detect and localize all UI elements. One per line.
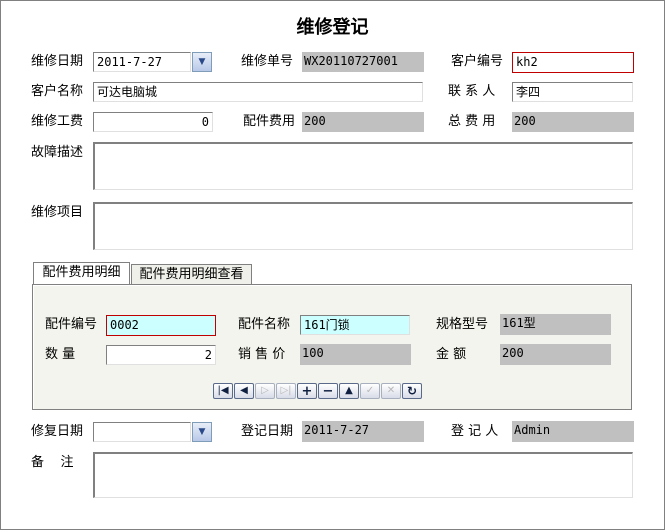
labor-fee-input[interactable]: 0	[93, 112, 213, 132]
cancel-edit-icon[interactable]: ✕	[381, 383, 401, 399]
repair-date-input[interactable]: 2011-7-27	[93, 52, 191, 72]
prior-record-icon[interactable]: ◀	[234, 383, 254, 399]
part-no-label: 配件编号	[45, 317, 98, 332]
labor-fee-label: 维修工费	[31, 114, 84, 129]
remarks-label: 备 注	[31, 455, 74, 470]
fault-desc-label: 故障描述	[31, 145, 84, 160]
customer-name-label: 客户名称	[31, 84, 84, 99]
price-label: 销 售 价	[238, 347, 286, 362]
price-field: 100	[300, 344, 411, 365]
customer-no-label: 客户编号	[451, 54, 504, 69]
order-no-field: WX20110727001	[302, 52, 424, 72]
next-record-icon[interactable]: ▷	[255, 383, 275, 399]
register-date-label: 登记日期	[241, 424, 294, 439]
qty-label: 数 量	[45, 347, 76, 362]
repair-items-label: 维修项目	[31, 205, 84, 220]
registrar-label: 登 记 人	[451, 424, 499, 439]
parts-fee-label: 配件费用	[243, 114, 296, 129]
delete-record-icon[interactable]: −	[318, 383, 338, 399]
tab-parts-fee-detail-view[interactable]: 配件费用明细查看	[131, 264, 252, 284]
post-record-icon[interactable]: ✓	[360, 383, 380, 399]
edit-record-icon[interactable]: ▲	[339, 383, 359, 399]
customer-no-input[interactable]: kh2	[512, 52, 634, 73]
record-navigator: |◀ ◀ ▷ ▷| + − ▲ ✓ ✕ ↻	[213, 383, 422, 399]
spec-label: 规格型号	[436, 317, 489, 332]
first-record-icon[interactable]: |◀	[213, 383, 233, 399]
last-record-icon[interactable]: ▷|	[276, 383, 296, 399]
insert-record-icon[interactable]: +	[297, 383, 317, 399]
chevron-down-icon: ▼	[198, 57, 206, 67]
chevron-down-icon: ▼	[198, 427, 206, 437]
remarks-textarea[interactable]	[93, 452, 633, 498]
repair-date-label: 维修日期	[31, 54, 84, 69]
fault-desc-textarea[interactable]	[93, 142, 633, 190]
contact-input[interactable]: 李四	[512, 82, 633, 102]
registrar-field: Admin	[512, 421, 634, 442]
register-date-field: 2011-7-27	[302, 421, 424, 442]
form-title: 维修登记	[296, 17, 369, 38]
part-name-input[interactable]: 161门锁	[300, 315, 410, 335]
fixed-date-input[interactable]	[93, 422, 191, 442]
contact-label: 联 系 人	[448, 84, 496, 99]
total-fee-label: 总 费 用	[448, 114, 496, 129]
parts-fee-field: 200	[302, 112, 424, 132]
fixed-date-label: 修复日期	[31, 424, 84, 439]
repair-date-dropdown-button[interactable]: ▼	[192, 52, 212, 72]
part-name-label: 配件名称	[238, 317, 291, 332]
amount-label: 金 额	[436, 347, 467, 362]
refresh-icon[interactable]: ↻	[402, 383, 422, 399]
customer-name-input[interactable]: 可达电脑城	[93, 82, 423, 102]
order-no-label: 维修单号	[241, 54, 294, 69]
repair-items-textarea[interactable]	[93, 202, 633, 250]
total-fee-field: 200	[512, 112, 634, 132]
tab-parts-fee-detail[interactable]: 配件费用明细	[33, 262, 130, 285]
part-no-input[interactable]: 0002	[106, 315, 216, 336]
amount-field: 200	[500, 344, 611, 365]
fixed-date-dropdown-button[interactable]: ▼	[192, 422, 212, 442]
spec-field: 161型	[500, 314, 611, 335]
qty-input[interactable]: 2	[106, 345, 216, 365]
